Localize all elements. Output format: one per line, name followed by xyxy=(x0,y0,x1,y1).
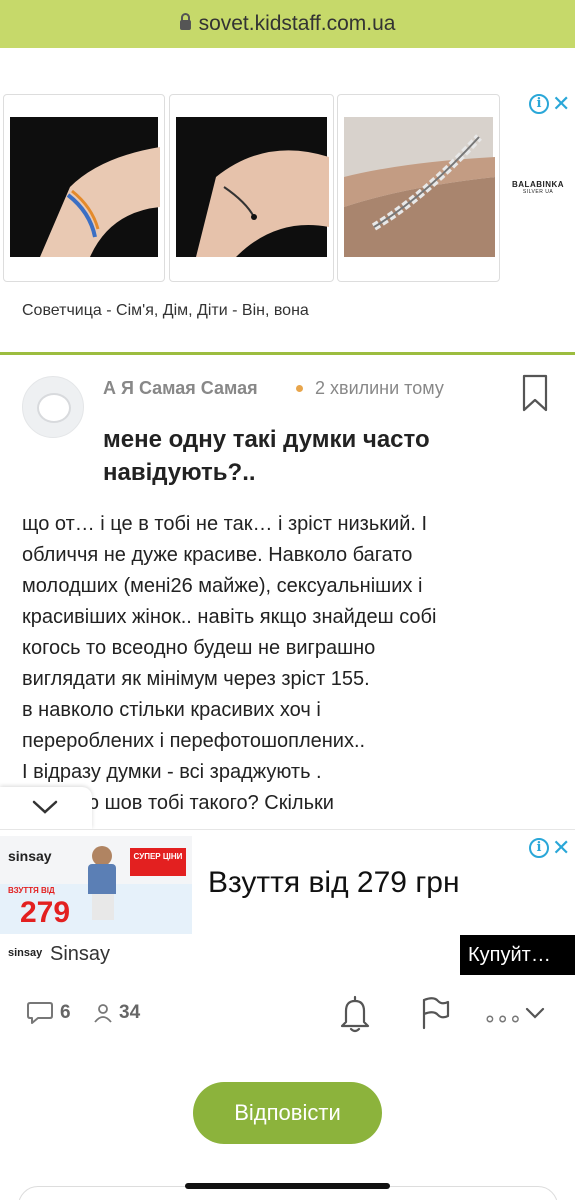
bell-icon xyxy=(340,995,370,1032)
banner-label: ВЗУТТЯ ВІД xyxy=(8,886,55,895)
kid-figure xyxy=(88,864,116,894)
ad-banner-image[interactable]: sinsay СУПЕР ЦІНИ ВЗУТТЯ ВІД 279 xyxy=(0,836,192,934)
post-time: 2 хвилини тому xyxy=(315,378,444,398)
post-body-line: перероблених і перефотошоплених.. xyxy=(22,730,366,752)
info-icon[interactable]: i xyxy=(529,94,549,114)
url-display[interactable]: sovet.kidstaff.com.ua xyxy=(0,12,575,36)
post-body-line: когось то всеодно будеш не виграшно xyxy=(22,637,376,659)
post-body-line: І відразу думки - всі зраджують . xyxy=(22,761,322,783)
post-body: що от… і це в тобі не так… і зріст низьк… xyxy=(22,509,562,819)
info-icon[interactable]: i xyxy=(529,838,549,858)
lock-icon xyxy=(179,13,191,30)
avatar[interactable] xyxy=(22,376,84,438)
ad-product-card[interactable] xyxy=(3,94,165,282)
user-icon xyxy=(94,1003,112,1023)
kid-figure xyxy=(92,894,114,920)
sale-badge: СУПЕР ЦІНИ xyxy=(130,848,186,876)
close-icon[interactable]: ✕ xyxy=(552,93,570,115)
comments-count: 6 xyxy=(60,1001,71,1023)
banner-price: 279 xyxy=(20,896,71,929)
expand-button[interactable] xyxy=(524,985,546,1040)
flag-icon xyxy=(422,996,450,1029)
home-indicator[interactable] xyxy=(185,1183,390,1189)
divider xyxy=(0,352,575,355)
close-icon[interactable]: ✕ xyxy=(552,837,570,859)
ad-product-image xyxy=(344,117,495,257)
post-body-line: виглядати як мінімум через зріст 155. xyxy=(22,668,370,690)
ad-brand-logo: BALABINKA SILVER UA xyxy=(512,180,565,195)
reply-button[interactable]: Відповісти xyxy=(193,1082,382,1144)
post-body-line: в навколо стільки красивих хоч і xyxy=(22,699,321,721)
status-dot xyxy=(296,385,303,392)
post-title: мене одну такі думки часто навідують?.. xyxy=(103,426,430,486)
chevron-down-icon xyxy=(525,1007,545,1019)
post-body-line: Я питаю шов тобі такого? Скільки xyxy=(22,792,334,814)
chevron-down-icon xyxy=(32,800,58,814)
author-name[interactable]: А Я Самая Самая xyxy=(103,378,258,399)
bookmark-icon[interactable] xyxy=(522,374,548,417)
sinsay-logo: sinsay xyxy=(8,848,52,864)
kid-figure xyxy=(92,846,112,866)
url-text: sovet.kidstaff.com.ua xyxy=(198,12,396,35)
ad-product-image xyxy=(10,117,160,257)
subscribe-button[interactable] xyxy=(338,985,372,1040)
post-body-line: що от… і це в тобі не так… і зріст низьк… xyxy=(22,513,428,535)
comments-button[interactable]: 6 xyxy=(26,985,71,1040)
followers-button[interactable]: 34 xyxy=(93,985,140,1040)
post-actions: 6 34 ∘∘∘ xyxy=(0,985,575,1040)
ad-product-image xyxy=(176,117,329,257)
top-ad[interactable]: BALABINKA SILVER UA i ✕ Советчица - Сім'… xyxy=(0,66,575,350)
collapse-ad-button[interactable] xyxy=(0,787,92,829)
followers-count: 34 xyxy=(119,1001,141,1023)
bottom-ad[interactable]: sinsay СУПЕР ЦІНИ ВЗУТТЯ ВІД 279 i ✕ Взу… xyxy=(0,829,575,976)
comment-icon xyxy=(27,1001,53,1024)
avatar-face-icon xyxy=(37,393,71,423)
buy-button[interactable]: Купуйт… xyxy=(460,935,575,975)
ad-product-card[interactable] xyxy=(337,94,500,282)
report-button[interactable] xyxy=(420,985,450,1040)
ad-headline[interactable]: Взуття від 279 грн xyxy=(208,866,460,900)
ad-product-card[interactable] xyxy=(169,94,334,282)
ad-brand-name[interactable]: Sinsay xyxy=(50,943,110,966)
post-body-line: красивіших жінок.. навіть якщо знайдеш с… xyxy=(22,606,437,628)
more-options-icon[interactable]: ∘∘∘ xyxy=(483,1006,522,1032)
ad-caption[interactable]: Советчица - Сім'я, Дім, Діти - Він, вона xyxy=(22,302,309,320)
post-body-line: молодших (мені26 майже), сексуальніших і xyxy=(22,575,423,597)
url-bar[interactable]: sovet.kidstaff.com.ua xyxy=(0,0,575,48)
post-body-line: обличчя не дуже красиве. Навколо багато xyxy=(22,544,413,566)
sinsay-small-logo: sinsay xyxy=(8,947,43,959)
